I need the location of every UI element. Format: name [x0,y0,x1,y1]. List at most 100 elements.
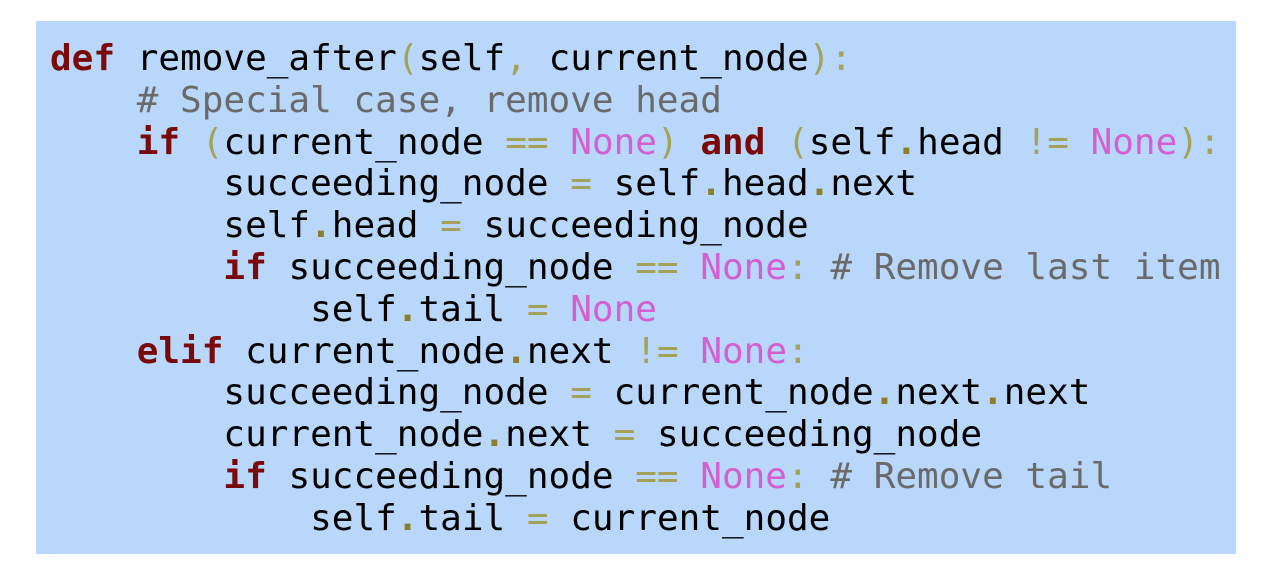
code-token-ws [549,498,571,539]
code-token-ws [50,372,223,413]
code-token-op: == [635,455,679,497]
code-token-kw: if [223,455,267,497]
code-token-name: head [331,205,419,247]
code-token-ws [50,80,137,121]
code-token-op: : [786,455,809,497]
code-token-name: current_node [223,414,484,456]
code-token-ws [809,247,831,288]
code-token-ws [809,456,831,497]
code-token-comment: # Remove tail [830,455,1113,497]
code-token-op: = [570,372,592,414]
code-token-name: current_node [245,330,506,372]
code-token-op: , [505,38,527,79]
code-token-const: None [1090,121,1178,163]
code-line: succeeding_node = self.head.next [50,163,1236,205]
code-token-dot: . [310,205,332,247]
code-token-ws [418,205,440,246]
code-token-ws [592,163,614,204]
code-line: if (current_node == None) and (self.head… [50,122,1236,164]
code-token-name: tail [418,288,506,330]
code-token-dot: . [982,372,1004,414]
code-token-name: next [895,372,983,414]
code-token-name: succeeding_node [656,414,983,456]
code-token-name: self [808,121,896,163]
code-token-name: current_node [570,497,831,539]
code-block: def remove_after(self, current_node): # … [36,21,1236,554]
code-token-ws [223,331,245,372]
code-token-ws [592,414,614,455]
code-token-op: == [635,246,679,288]
code-token-ws [50,247,223,288]
code-line: # Special case, remove head [50,80,1236,122]
code-line: self.tail = current_node [50,498,1236,540]
code-token-ws [635,414,657,455]
code-token-ws [679,331,701,372]
code-token-op: = [526,288,549,330]
code-token-dot: . [396,497,419,539]
code-token-name: succeeding_node [483,205,809,247]
code-token-ws [115,38,137,79]
code-token-op: != [1025,121,1069,163]
code-token-ws [527,38,549,79]
code-token-ws [1004,122,1026,163]
code-token-ws [549,122,571,163]
code-token-ws [180,122,202,163]
code-token-name: next [830,163,918,205]
code-token-ws [549,163,571,204]
code-token-name: self [418,38,506,79]
code-token-ws [50,289,310,330]
code-token-op: = [526,497,549,539]
code-token-const: None [570,288,657,330]
code-token-ws [267,247,289,288]
code-token-kw: def [50,38,116,79]
code-token-const: None [570,121,657,163]
code-token-name: succeeding_node [223,163,549,205]
code-token-ws [50,205,223,246]
code-token-ws [614,331,636,372]
code-token-ws [50,122,137,163]
code-token-ws [614,456,636,497]
code-token-dot: . [505,330,527,372]
code-token-op: ): [1177,121,1221,163]
code-token-name: self [613,163,701,205]
code-token-op: ): [808,38,853,79]
code-token-dot: . [483,414,506,456]
code-token-ws [50,456,223,497]
code-token-ws [679,247,701,288]
code-token-ws [592,372,614,413]
code-token-op: ( [201,121,224,163]
code-token-name: self [310,497,397,539]
code-token-ws [484,122,506,163]
code-token-kw: and [700,121,766,163]
code-token-name: next [526,330,614,372]
code-token-ws [50,331,137,372]
code-token-op: : [787,330,809,372]
code-line: current_node.next = succeeding_node [50,414,1236,456]
code-token-dot: . [700,163,722,205]
code-token-name: succeeding_node [288,246,614,288]
code-line: def remove_after(self, current_node): [50,38,1236,80]
code-token-op: ( [396,38,419,79]
code-token-name: head [721,163,809,205]
code-token-ws [50,498,310,539]
code-token-kw: if [223,246,267,288]
code-token-dot: . [873,372,896,414]
code-token-name: next [505,414,592,456]
code-token-op: = [570,163,592,205]
code-token-ws [505,289,527,330]
code-token-name: current_node [548,38,809,79]
code-token-const: None [700,455,787,497]
code-token-op: = [440,205,462,247]
code-token-name: succeeding_node [223,372,549,414]
code-token-ws [50,414,223,455]
code-token-name: current_node [223,121,484,163]
code-token-kw: elif [136,330,224,372]
code-token-const: None [700,246,787,288]
code-token-dot: . [808,163,831,205]
code-token-comment: # Remove last item [830,246,1221,288]
code-line: if succeeding_node == None: # Remove tai… [50,456,1236,498]
code-token-op: = [613,414,636,456]
code-token-kw: if [136,121,181,163]
code-line: self.tail = None [50,289,1236,331]
code-line: if succeeding_node == None: # Remove las… [50,247,1236,289]
